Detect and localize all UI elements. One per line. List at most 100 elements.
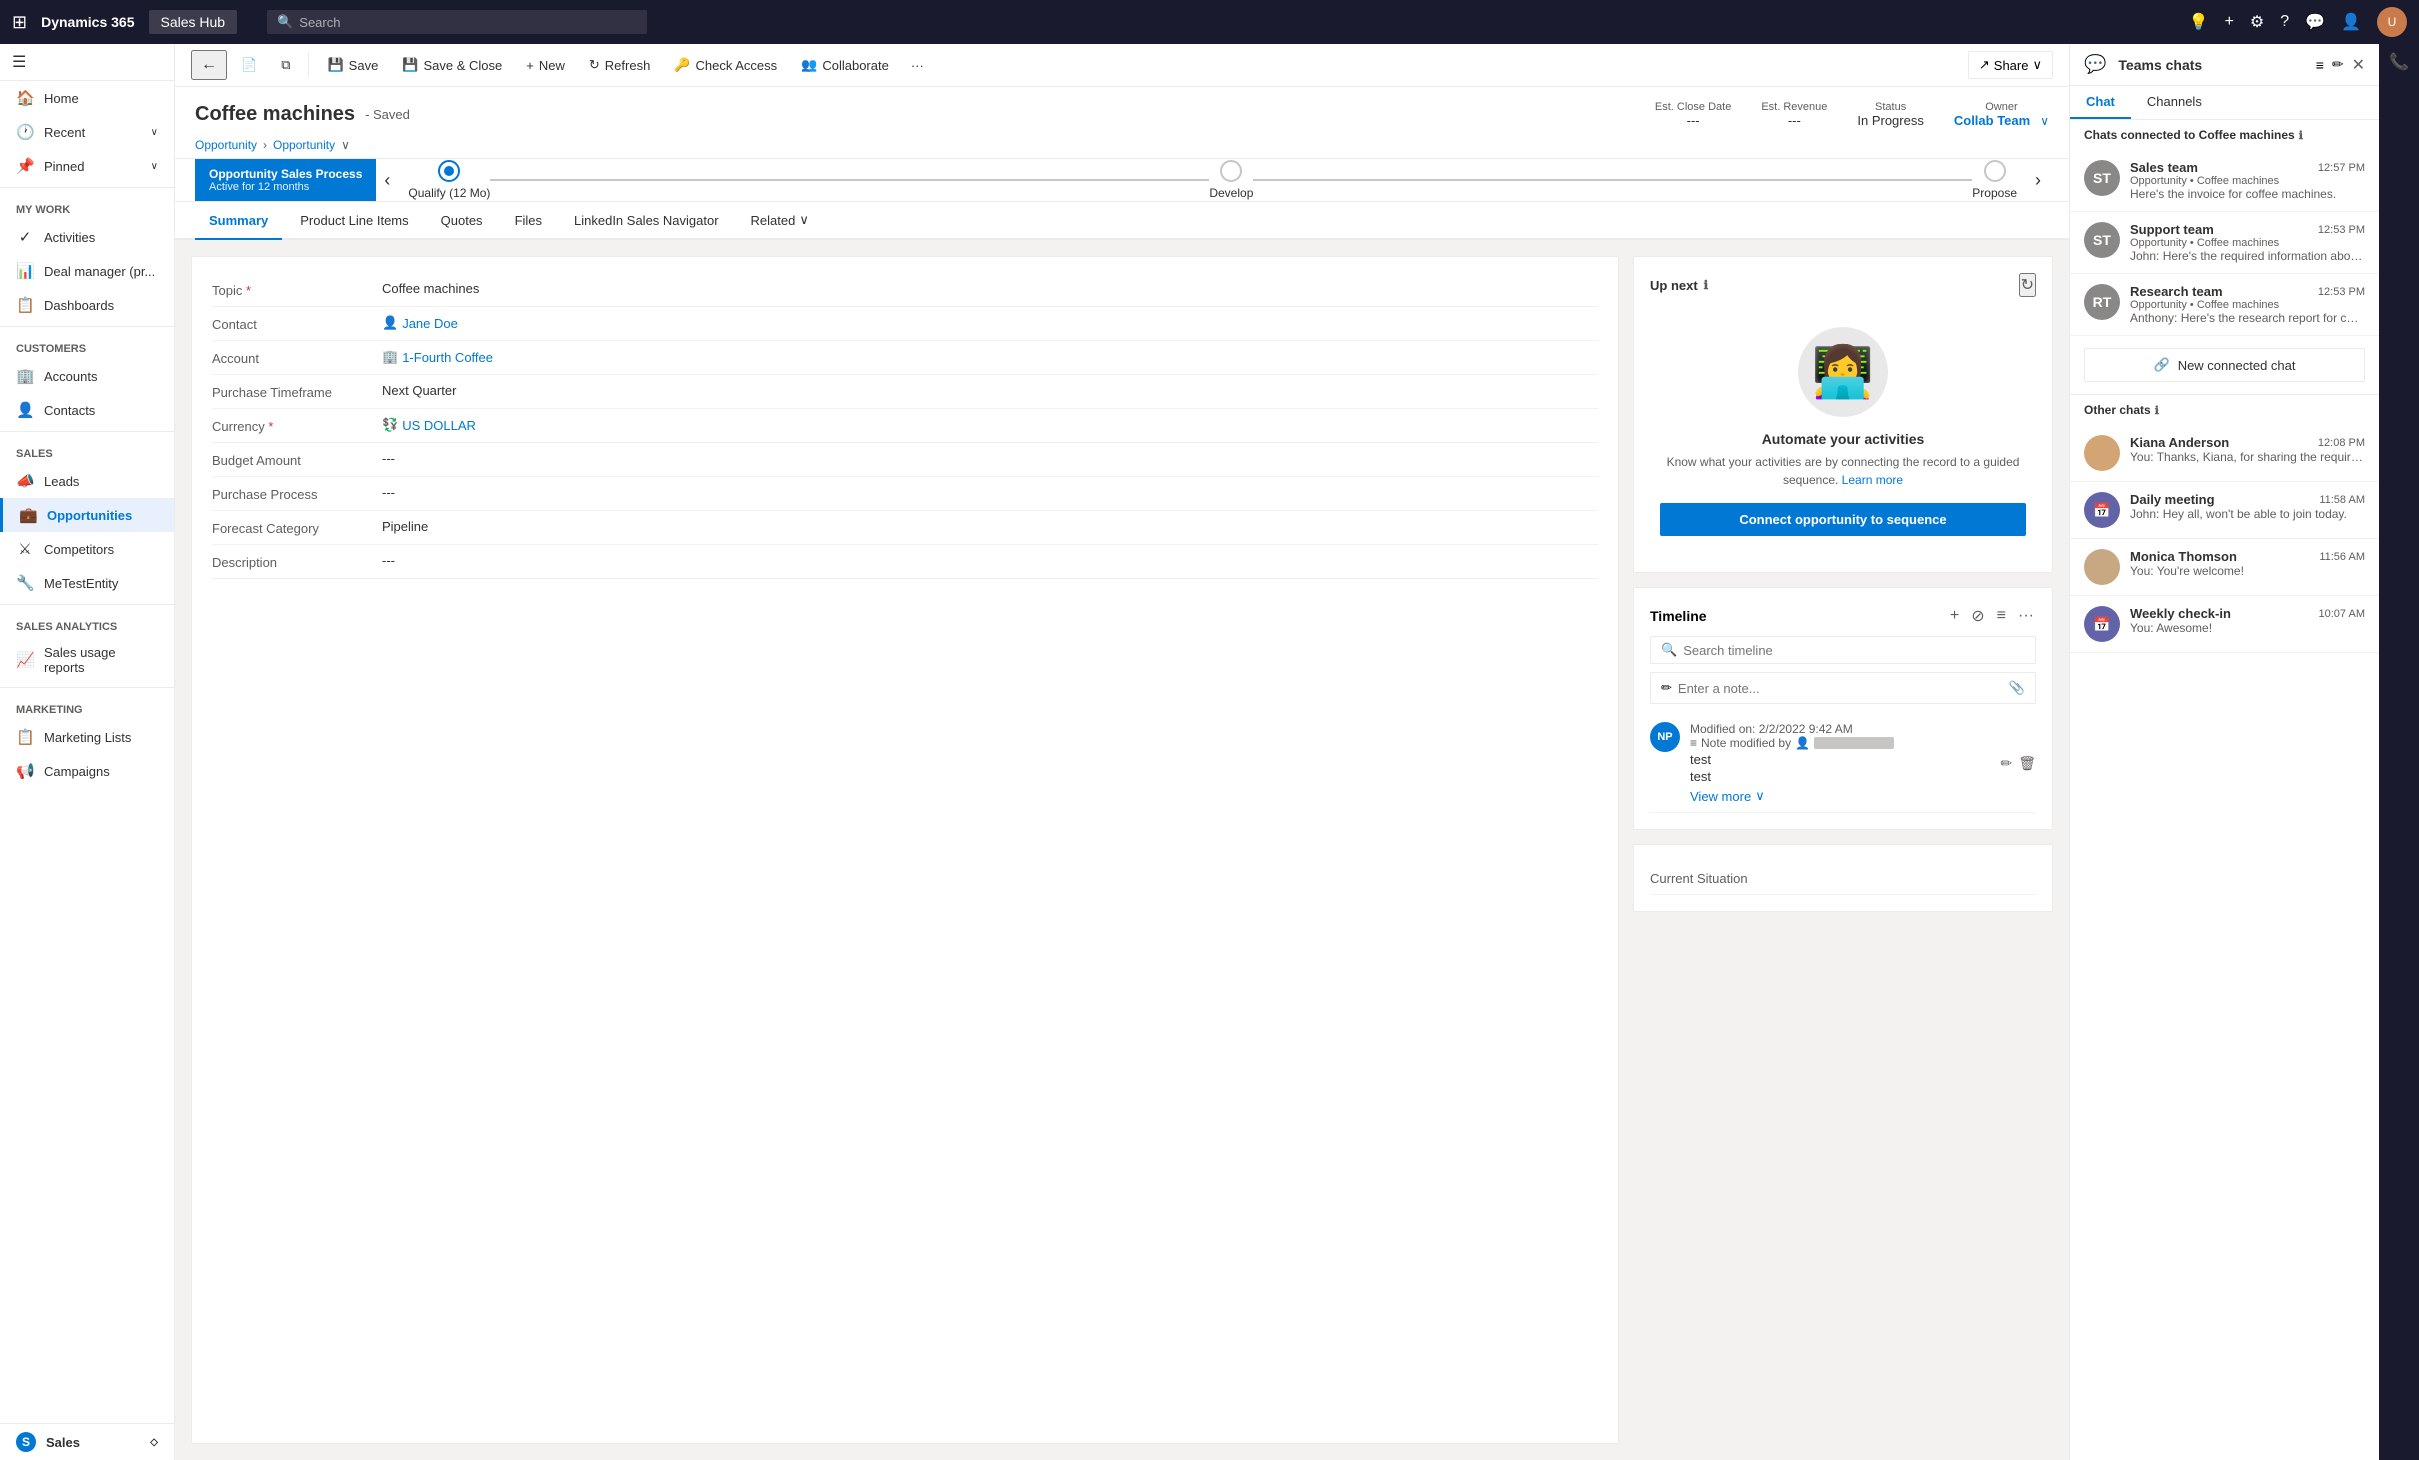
teams-filter-button[interactable]: ≡ [2316, 55, 2324, 75]
split-view-button[interactable]: ⧉ [271, 52, 300, 78]
tab-related[interactable]: Related ∨ [737, 202, 823, 240]
share-label: Share [1994, 58, 2029, 73]
add-icon[interactable]: + [2225, 13, 2234, 31]
waffle-icon[interactable]: ⊞ [12, 12, 27, 33]
process-next-button[interactable]: › [2027, 170, 2049, 191]
teams-tab-channels[interactable]: Channels [2131, 86, 2218, 119]
form-value-description[interactable]: --- [382, 553, 395, 568]
teams-compose-button[interactable]: ✏ [2332, 55, 2344, 75]
collaborate-button[interactable]: 👥 Collaborate [791, 52, 899, 78]
form-value-budget-amount[interactable]: --- [382, 451, 395, 466]
hamburger-icon[interactable]: ☰ [12, 52, 26, 72]
timeline-filter-button[interactable]: ⊘ [1969, 604, 1986, 628]
sidebar-item-sales-bottom[interactable]: S Sales ◇ [0, 1424, 174, 1460]
timeline-search-box[interactable]: 🔍 [1650, 636, 2036, 664]
teams-tab-chat[interactable]: Chat [2070, 86, 2131, 119]
view-more-button[interactable]: View more ∨ [1690, 788, 1990, 804]
form-value-contact[interactable]: 👤 Jane Doe [382, 315, 458, 331]
form-value-topic[interactable]: Coffee machines [382, 281, 479, 296]
timeline-note-input[interactable]: ✏ 📎 [1650, 672, 2036, 704]
breadcrumb-chevron-icon[interactable]: ∨ [341, 138, 350, 152]
sidebar-item-accounts[interactable]: 🏢 Accounts [0, 359, 174, 393]
new-button[interactable]: + New [516, 53, 575, 78]
help-icon[interactable]: ? [2280, 13, 2289, 31]
lightbulb-icon[interactable]: 💡 [2189, 12, 2209, 32]
sidebar-item-deal-manager[interactable]: 📊 Deal manager (pr... [0, 254, 174, 288]
connect-opportunity-button[interactable]: Connect opportunity to sequence [1660, 503, 2026, 536]
breadcrumb-opportunity-type[interactable]: Opportunity [273, 138, 335, 152]
sidebar-item-opportunities[interactable]: 💼 Opportunities [0, 498, 174, 532]
new-connected-chat-button[interactable]: 🔗 New connected chat [2084, 348, 2365, 382]
est-revenue-value[interactable]: --- [1788, 113, 1801, 128]
sidebar-item-metestentity[interactable]: 🔧 MeTestEntity [0, 566, 174, 600]
required-indicator: * [246, 283, 251, 298]
more-button[interactable]: ··· [903, 53, 932, 78]
sidebar-item-dashboards[interactable]: 📋 Dashboards [0, 288, 174, 322]
form-value-purchase-timeframe[interactable]: Next Quarter [382, 383, 456, 398]
owner-chevron-icon[interactable]: ∨ [2040, 114, 2049, 128]
people-icon[interactable]: 👤 [2341, 12, 2361, 32]
tab-files[interactable]: Files [501, 203, 556, 240]
refresh-button[interactable]: ↻ Refresh [579, 52, 660, 78]
module-name[interactable]: Sales Hub [149, 10, 238, 34]
sidebar-item-leads[interactable]: 📣 Leads [0, 464, 174, 498]
back-button[interactable]: ← [191, 50, 227, 80]
chat-icon[interactable]: 💬 [2305, 12, 2325, 32]
chat-item-daily-meeting[interactable]: 📅 Daily meeting 11:58 AM John: Hey all, … [2070, 482, 2379, 539]
timeline-note-field[interactable] [1678, 681, 2003, 696]
avatar[interactable]: U [2377, 7, 2407, 37]
sidebar-item-recent[interactable]: 🕐 Recent ∨ [0, 115, 174, 149]
chat-item-research-team[interactable]: RT Research team 12:53 PM Opportunity • … [2070, 274, 2379, 336]
page-icon-button[interactable]: 📄 [231, 52, 267, 78]
sidebar-item-competitors[interactable]: ⚔ Competitors [0, 532, 174, 566]
sidebar-item-activities[interactable]: ✓ Activities [0, 220, 174, 254]
process-stage-develop[interactable]: Develop [1209, 160, 1253, 200]
settings-icon[interactable]: ⚙ [2250, 12, 2264, 32]
delete-note-button[interactable]: 🗑 [2018, 722, 2036, 804]
chat-item-kiana[interactable]: Kiana Anderson 12:08 PM You: Thanks, Kia… [2070, 425, 2379, 482]
est-close-date-value[interactable]: --- [1687, 113, 1700, 128]
timeline-avatar: NP [1650, 722, 1680, 752]
search-input[interactable] [299, 15, 637, 30]
teams-close-button[interactable]: ✕ [2352, 55, 2365, 75]
up-next-refresh-button[interactable]: ↻ [2019, 273, 2036, 297]
timeline-search-input[interactable] [1683, 643, 2025, 658]
global-search-box[interactable]: 🔍 [267, 10, 647, 34]
teams-phone-icon[interactable]: 📞 [2389, 52, 2409, 72]
share-button[interactable]: ↗ Share ∨ [1968, 51, 2053, 79]
sidebar-item-campaigns[interactable]: 📢 Campaigns [0, 754, 174, 788]
form-value-currency[interactable]: 💱 US DOLLAR [382, 417, 476, 433]
sidebar-item-contacts[interactable]: 👤 Contacts [0, 393, 174, 427]
chat-item-support-team[interactable]: ST Support team 12:53 PM Opportunity • C… [2070, 212, 2379, 274]
status-value[interactable]: In Progress [1857, 113, 1923, 128]
process-prev-button[interactable]: ‹ [376, 170, 398, 191]
sidebar-item-marketing-lists[interactable]: 📋 Marketing Lists [0, 720, 174, 754]
stage-label-propose: Propose [1972, 186, 2017, 200]
chat-item-sales-team[interactable]: ST Sales team 12:57 PM Opportunity • Cof… [2070, 150, 2379, 212]
form-value-account[interactable]: 🏢 1-Fourth Coffee [382, 349, 493, 365]
tab-linkedin[interactable]: LinkedIn Sales Navigator [560, 203, 733, 240]
save-close-button[interactable]: 💾 Save & Close [392, 52, 512, 78]
tab-summary[interactable]: Summary [195, 203, 282, 240]
learn-more-link[interactable]: Learn more [1842, 473, 1903, 487]
form-value-purchase-process[interactable]: --- [382, 485, 395, 500]
breadcrumb-opportunity[interactable]: Opportunity [195, 138, 257, 152]
timeline-add-button[interactable]: + [1948, 605, 1961, 627]
chat-item-monica[interactable]: Monica Thomson 11:56 AM You: You're welc… [2070, 539, 2379, 596]
timeline-more-button[interactable]: ··· [2016, 605, 2036, 627]
timeline-sort-button[interactable]: ≡ [1995, 605, 2008, 627]
tab-product-line-items[interactable]: Product Line Items [286, 203, 422, 240]
check-access-button[interactable]: 🔑 Check Access [664, 52, 787, 78]
tab-quotes[interactable]: Quotes [427, 203, 497, 240]
attachment-icon[interactable]: 📎 [2009, 680, 2025, 696]
owner-value[interactable]: Collab Team ∨ [1954, 113, 2049, 128]
sidebar-item-sales-usage[interactable]: 📈 Sales usage reports [0, 637, 174, 683]
process-stage-propose[interactable]: Propose [1972, 160, 2017, 200]
save-button[interactable]: 💾 Save [317, 52, 388, 78]
chat-item-weekly-checkin[interactable]: 📅 Weekly check-in 10:07 AM You: Awesome! [2070, 596, 2379, 653]
process-stage-qualify[interactable]: Qualify (12 Mo) [408, 160, 490, 200]
edit-note-button[interactable]: ✏ [2000, 722, 2012, 804]
sidebar-item-pinned[interactable]: 📌 Pinned ∨ [0, 149, 174, 183]
sidebar-item-home[interactable]: 🏠 Home [0, 81, 174, 115]
form-value-forecast-category[interactable]: Pipeline [382, 519, 428, 534]
